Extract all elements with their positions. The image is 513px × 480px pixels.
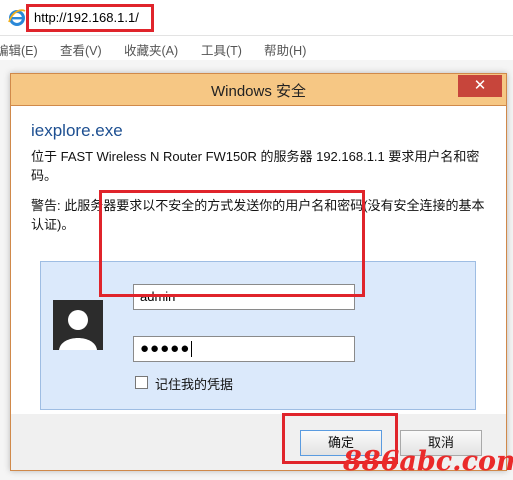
password-field[interactable]: ●●●●● [133,336,355,362]
highlight-credentials-box [99,190,365,297]
user-avatar-icon [53,300,103,350]
watermark: 886abc.com [343,446,513,477]
internet-explorer-icon [8,9,26,26]
menu-tools[interactable]: 工具(T) [201,40,242,59]
remember-checkbox[interactable] [135,376,148,389]
close-button[interactable]: ✕ [458,75,502,97]
menu-edit[interactable]: 编辑(E) [0,40,38,59]
dialog-titlebar: Windows 安全 ✕ [11,74,506,106]
highlight-url-box [26,4,154,32]
remember-label: 记住我的凭据 [155,377,234,392]
password-mask: ●●●●● [140,340,191,357]
menu-help[interactable]: 帮助(H) [264,40,306,59]
text-caret [191,341,193,358]
server-description: 位于 FAST Wireless N Router FW150R 的服务器 19… [31,149,480,183]
menu-view[interactable]: 查看(V) [60,40,102,59]
dialog-title: Windows 安全 [210,83,307,100]
menu-bar: 编辑(E) 查看(V) 收藏夹(A) 工具(T) 帮助(H) [0,36,513,60]
menu-favorites[interactable]: 收藏夹(A) [124,40,178,59]
app-name: iexplore.exe [31,121,123,140]
